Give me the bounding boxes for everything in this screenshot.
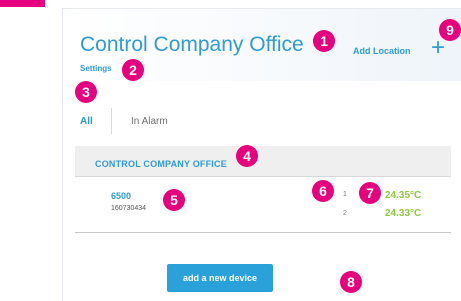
location-panel: Control Company Office Settings Add Loca…	[62, 8, 461, 301]
callout-badge-9: 9	[439, 19, 461, 41]
callout-marker-tab	[0, 0, 45, 7]
plus-icon[interactable]: +	[431, 36, 445, 60]
location-group-name: CONTROL COMPANY OFFICE	[95, 159, 227, 169]
callout-badge-6: 6	[312, 180, 334, 202]
tab-all[interactable]: All	[80, 116, 93, 127]
callout-badge-4: 4	[236, 145, 258, 167]
location-group-header: CONTROL COMPANY OFFICE	[75, 146, 451, 177]
channel-2-temperature: 24.33°C	[385, 208, 422, 219]
tab-divider	[111, 108, 112, 134]
settings-link[interactable]: Settings	[80, 64, 112, 73]
device-serial: 160730434	[111, 205, 147, 212]
callout-badge-1: 1	[313, 30, 335, 52]
device-row[interactable]: 6500 160730434 1 2 24.35°C 24.33°C	[75, 177, 451, 233]
row-divider	[75, 232, 451, 233]
callout-badge-5: 5	[163, 189, 185, 211]
add-location-link[interactable]: Add Location	[353, 46, 411, 56]
callout-badge-3: 3	[75, 81, 97, 103]
channel-1-temperature: 24.35°C	[385, 190, 422, 201]
tab-in-alarm[interactable]: In Alarm	[131, 116, 168, 127]
location-title: Control Company Office	[80, 33, 304, 56]
add-device-button[interactable]: add a new device	[167, 264, 273, 292]
device-name[interactable]: 6500	[111, 191, 131, 201]
channel-1-number: 1	[343, 191, 347, 198]
callout-badge-2: 2	[122, 59, 144, 81]
callout-badge-7: 7	[359, 182, 381, 204]
callout-badge-8: 8	[340, 271, 362, 293]
channel-2-number: 2	[343, 210, 347, 217]
